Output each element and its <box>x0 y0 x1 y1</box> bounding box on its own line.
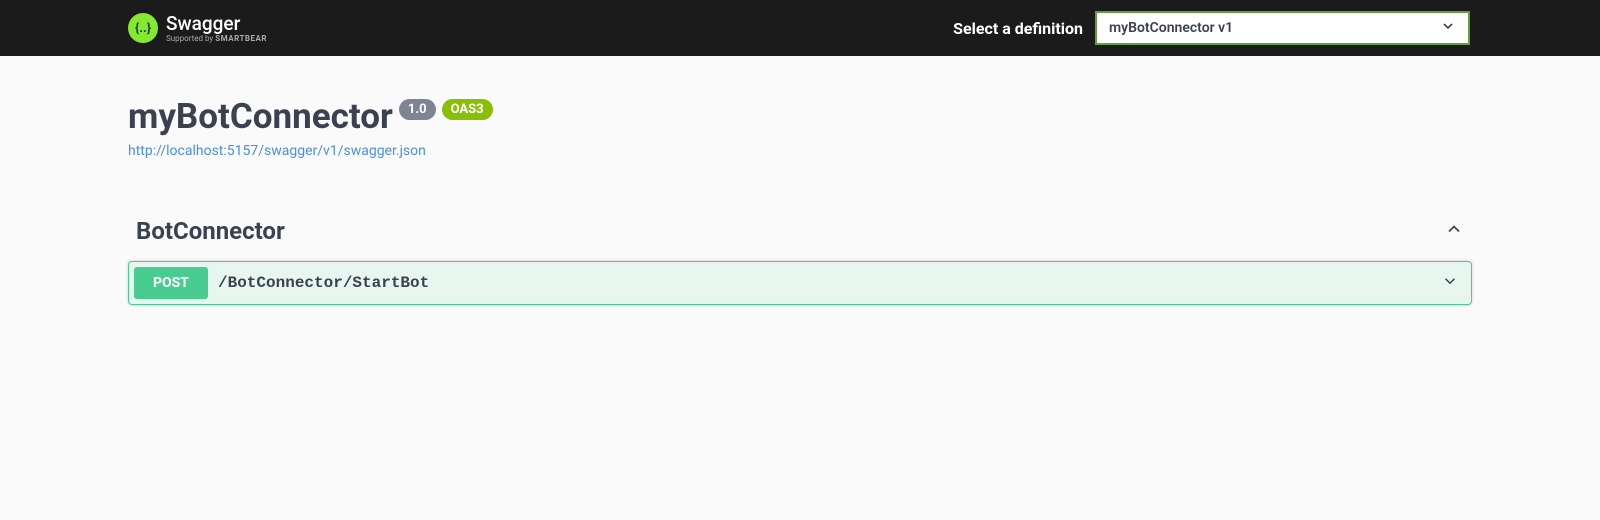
definition-select-area: Select a definition myBotConnector v1 <box>953 11 1470 45</box>
supported-brand: SMARTBEAR <box>215 34 267 43</box>
version-badge: 1.0 <box>399 99 436 120</box>
operation-summary[interactable]: POST /BotConnector/StartBot <box>129 262 1471 304</box>
chevron-down-icon <box>1440 18 1456 38</box>
supported-prefix: Supported by <box>166 34 215 43</box>
definition-selected-value: myBotConnector v1 <box>1109 20 1233 36</box>
chevron-down-icon <box>1441 272 1459 294</box>
api-title: myBotConnector <box>128 96 393 137</box>
http-method-badge: POST <box>134 267 208 299</box>
tag-name: BotConnector <box>136 217 285 245</box>
definition-select-label: Select a definition <box>953 19 1083 38</box>
chevron-up-icon <box>1444 219 1464 243</box>
operation-path: /BotConnector/StartBot <box>218 274 429 292</box>
swagger-logo[interactable]: {..} Swagger Supported by SMARTBEAR <box>128 13 267 43</box>
definition-select[interactable]: myBotConnector v1 <box>1095 11 1470 45</box>
tag-header[interactable]: BotConnector <box>128 217 1472 255</box>
swagger-logo-text: Swagger <box>166 14 267 33</box>
swagger-logo-icon: {..} <box>128 13 158 43</box>
swagger-logo-text-group: Swagger Supported by SMARTBEAR <box>166 14 267 43</box>
tag-section: BotConnector POST /BotConnector/StartBot <box>128 217 1472 305</box>
topbar: {..} Swagger Supported by SMARTBEAR Sele… <box>0 0 1600 56</box>
operation-block: POST /BotConnector/StartBot <box>128 261 1472 305</box>
main-content: myBotConnector 1.0 OAS3 http://localhost… <box>0 56 1600 305</box>
oas-badge: OAS3 <box>442 99 493 120</box>
supported-by-text: Supported by SMARTBEAR <box>166 35 267 43</box>
spec-url-link[interactable]: http://localhost:5157/swagger/v1/swagger… <box>128 143 426 159</box>
api-title-row: myBotConnector 1.0 OAS3 <box>128 96 1472 137</box>
